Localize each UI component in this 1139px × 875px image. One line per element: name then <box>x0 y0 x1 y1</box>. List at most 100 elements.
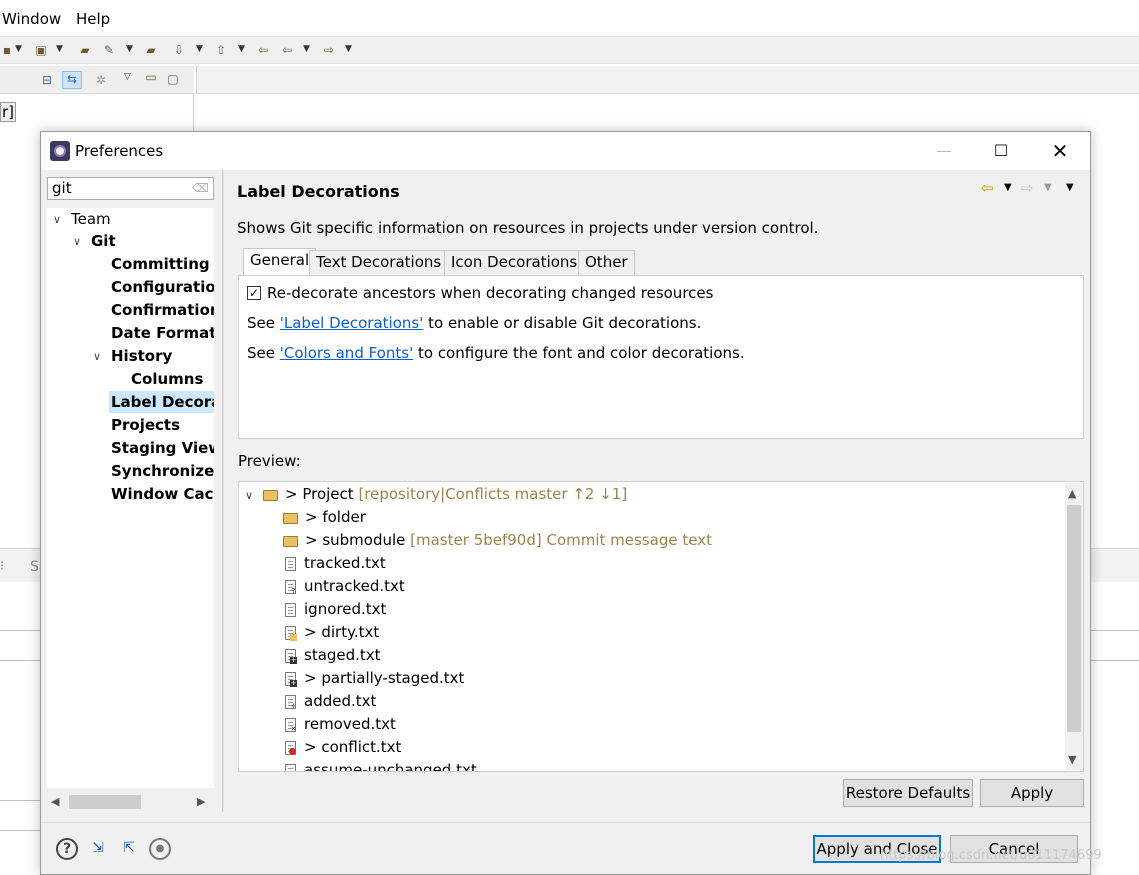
scroll-down-icon[interactable]: ▼ <box>1068 753 1076 766</box>
tree-item-label: Staging View <box>111 439 214 457</box>
minimize-button[interactable]: — <box>921 132 967 170</box>
save-icon[interactable]: ▪ <box>0 43 14 57</box>
link-editor-icon[interactable]: ⇆ <box>62 71 82 89</box>
open-folder-icon[interactable]: ▰ <box>78 43 92 57</box>
open-type-icon[interactable]: ▰ <box>144 43 158 57</box>
tree-item-configuration[interactable]: Configuration <box>111 276 214 298</box>
preview-item-partially-staged[interactable]: + > partially-staged.txt <box>285 667 464 690</box>
preview-item-submodule[interactable]: > submodule [master 5bef90d] Commit mess… <box>283 529 712 552</box>
preview-item-removed[interactable]: ✕ removed.txt <box>285 713 396 736</box>
chevron-down-icon[interactable]: ▼ <box>196 44 203 54</box>
close-button[interactable]: ✕ <box>1037 132 1083 170</box>
chevron-down-icon[interactable]: ▼ <box>15 44 22 54</box>
file-staged-icon: + <box>285 649 297 664</box>
menu-window[interactable]: Window <box>2 10 61 28</box>
run-icon[interactable]: ▣ <box>34 43 48 57</box>
chevron-down-icon[interactable]: ∨ <box>53 213 61 226</box>
forward-icon[interactable]: ⇨ <box>322 43 336 57</box>
tree-item-committing[interactable]: Committing <box>111 253 210 275</box>
tree-item-synchronize[interactable]: Synchronize <box>111 460 214 482</box>
help-icon[interactable]: ? <box>56 838 78 860</box>
scrollbar-thumb[interactable] <box>69 795 141 809</box>
preview-item-tracked[interactable]: tracked.txt <box>285 552 386 575</box>
view-menu-icon[interactable]: ▼ <box>1066 182 1074 193</box>
removed-overlay-icon: ✕ <box>290 725 297 733</box>
preview-item-conflict[interactable]: > conflict.txt <box>285 736 401 759</box>
tree-item-history[interactable]: History <box>111 345 172 367</box>
item-name: partially-staged.txt <box>321 669 465 687</box>
redecorate-checkbox[interactable]: ✓ <box>247 286 261 300</box>
collapse-all-icon[interactable]: ⊟ <box>40 73 54 87</box>
back-icon[interactable]: ⇦ <box>981 179 994 197</box>
scroll-left-icon[interactable]: ◀ <box>51 795 59 808</box>
chevron-down-icon[interactable]: ∨ <box>93 350 101 363</box>
filter-input[interactable]: git ⌫ <box>47 177 214 200</box>
export-icon[interactable]: ⇱ <box>118 838 140 860</box>
last-edit-icon[interactable]: ⇦ <box>256 43 270 57</box>
scroll-up-icon[interactable]: ▲ <box>1068 487 1076 500</box>
chevron-down-icon[interactable]: ▼ <box>238 44 245 54</box>
import-icon[interactable]: ⇲ <box>87 838 109 860</box>
item-name: staged.txt <box>304 646 381 664</box>
next-annotation-icon[interactable]: ⇩ <box>172 43 186 57</box>
dialog-titlebar[interactable]: Preferences — ☐ ✕ <box>41 132 1090 170</box>
tab-general[interactable]: General <box>243 248 317 275</box>
chevron-down-icon[interactable]: ▼ <box>126 44 133 54</box>
colors-and-fonts-link[interactable]: 'Colors and Fonts' <box>280 344 413 362</box>
redecorate-checkbox-label[interactable]: Re-decorate ancestors when decorating ch… <box>267 284 713 302</box>
tree-item-team[interactable]: Team <box>71 208 111 230</box>
tree-item-label: Projects <box>111 416 181 434</box>
back-icon[interactable]: ⇦ <box>280 43 294 57</box>
tree-item-confirmation[interactable]: Confirmation <box>111 299 214 321</box>
chevron-down-icon[interactable]: ∨ <box>73 235 81 248</box>
prev-annotation-icon[interactable]: ⇧ <box>214 43 228 57</box>
item-name: assume-unchanged.txt <box>304 761 477 772</box>
maximize-button[interactable]: ☐ <box>978 132 1024 170</box>
preview-item-project[interactable]: > Project [repository|Conflicts master ↑… <box>263 483 627 506</box>
tree-item-label-decorations[interactable]: Label Decorations <box>109 391 214 413</box>
tree-item-git[interactable]: Git <box>91 230 116 252</box>
scroll-right-icon[interactable]: ▶ <box>197 795 205 808</box>
chevron-down-icon[interactable]: ∨ <box>245 489 253 502</box>
preview-item-assume-unchanged[interactable]: assume-unchanged.txt <box>285 759 477 772</box>
tree-item-columns[interactable]: Columns <box>131 368 203 390</box>
record-icon[interactable]: ● <box>149 838 171 860</box>
chevron-down-icon[interactable]: ▼ <box>303 44 310 54</box>
chevron-down-icon[interactable]: ▼ <box>1004 182 1012 193</box>
chevron-down-icon[interactable]: ▼ <box>1044 182 1052 193</box>
apply-button[interactable]: Apply <box>980 779 1084 807</box>
clear-filter-icon[interactable]: ⌫ <box>192 181 209 195</box>
wand-icon[interactable]: ✎ <box>102 43 116 57</box>
tree-item-staging-view[interactable]: Staging View <box>111 437 214 459</box>
chevron-down-icon[interactable]: ▼ <box>345 44 352 54</box>
splitter-sash[interactable] <box>222 170 224 812</box>
bottom-view-tab[interactable]: S <box>30 559 39 575</box>
tab-text-decorations[interactable]: Text Decorations <box>309 250 449 275</box>
item-name: removed.txt <box>304 715 396 733</box>
tree-item-partial[interactable]: r] <box>0 102 17 122</box>
forward-icon[interactable]: ⇨ <box>1021 179 1034 197</box>
tab-other[interactable]: Other <box>578 250 635 275</box>
scrollbar-thumb[interactable] <box>1067 505 1081 732</box>
preview-item-folder[interactable]: > folder <box>283 506 366 529</box>
preview-item-dirty[interactable]: > dirty.txt <box>285 621 379 644</box>
label-decorations-link[interactable]: 'Label Decorations' <box>280 314 424 332</box>
preview-item-added[interactable]: + added.txt <box>285 690 376 713</box>
tree-horizontal-scrollbar[interactable]: ◀ ▶ <box>47 792 214 812</box>
view-menu-icon[interactable]: ▽ <box>124 72 131 82</box>
maximize-icon[interactable]: ▢ <box>166 72 180 86</box>
tree-item-date-format[interactable]: Date Format <box>111 322 214 344</box>
preview-item-untracked[interactable]: ? untracked.txt <box>285 575 405 598</box>
tree-item-projects[interactable]: Projects <box>111 414 180 436</box>
menu-help[interactable]: Help <box>76 10 110 28</box>
chevron-down-icon[interactable]: ▼ <box>56 44 63 54</box>
tree-item-window-cache[interactable]: Window Cache <box>111 483 214 505</box>
preview-item-ignored[interactable]: ignored.txt <box>285 598 386 621</box>
tab-icon-decorations[interactable]: Icon Decorations <box>444 250 585 275</box>
preview-vertical-scrollbar[interactable]: ▲ ▼ <box>1065 483 1083 770</box>
restore-defaults-button[interactable]: Restore Defaults <box>843 779 973 807</box>
menu-bar: Window Help <box>0 0 1139 36</box>
minimize-icon[interactable]: ▭ <box>144 70 158 84</box>
filter-icon[interactable]: ✲ <box>94 73 108 87</box>
preview-item-staged[interactable]: + staged.txt <box>285 644 381 667</box>
